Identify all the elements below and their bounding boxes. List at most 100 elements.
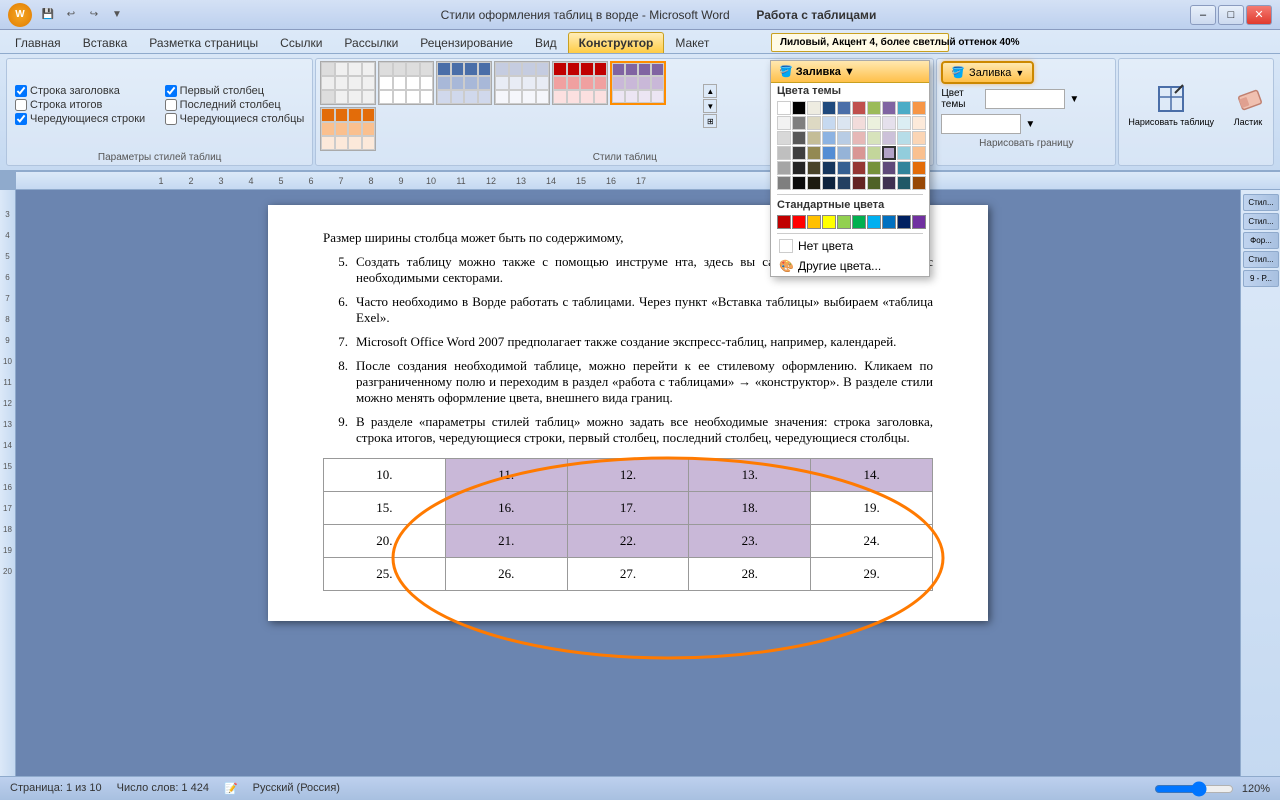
- color-cell[interactable]: [897, 161, 911, 175]
- color-cell[interactable]: [837, 161, 851, 175]
- color-cell[interactable]: [852, 131, 866, 145]
- color-cell[interactable]: [822, 146, 836, 160]
- fill-button[interactable]: 🪣 Заливка ▼: [941, 61, 1034, 84]
- color-cell[interactable]: [837, 101, 851, 115]
- color-cell[interactable]: [777, 101, 791, 115]
- minimize-button[interactable]: –: [1190, 5, 1216, 25]
- color-cell[interactable]: [807, 146, 821, 160]
- std-color-cell[interactable]: [897, 215, 911, 229]
- color-cell[interactable]: [792, 176, 806, 190]
- color-cell[interactable]: [852, 101, 866, 115]
- color-cell[interactable]: [837, 176, 851, 190]
- color-cell[interactable]: [777, 176, 791, 190]
- other-colors-option[interactable]: 🎨 Другие цвета...: [771, 256, 929, 276]
- color-cell[interactable]: [912, 176, 926, 190]
- sidebar-item-3[interactable]: Фор...: [1243, 232, 1279, 249]
- color-cell[interactable]: [867, 116, 881, 130]
- color-cell[interactable]: [882, 176, 896, 190]
- std-color-cell[interactable]: [882, 215, 896, 229]
- color-cell[interactable]: [867, 161, 881, 175]
- std-color-cell[interactable]: [867, 215, 881, 229]
- color-cell[interactable]: [807, 176, 821, 190]
- color-cell[interactable]: [867, 146, 881, 160]
- pen-style-bar[interactable]: [941, 114, 1021, 134]
- color-cell[interactable]: [807, 116, 821, 130]
- style-swatch-orange-1[interactable]: [320, 107, 376, 151]
- color-cell[interactable]: [792, 116, 806, 130]
- std-color-cell[interactable]: [912, 215, 926, 229]
- style-swatch-blue-1[interactable]: [436, 61, 492, 105]
- color-cell[interactable]: [912, 131, 926, 145]
- color-cell[interactable]: [837, 146, 851, 160]
- std-color-cell[interactable]: [837, 215, 851, 229]
- color-cell[interactable]: [897, 176, 911, 190]
- tab-vid[interactable]: Вид: [524, 32, 568, 53]
- color-cell[interactable]: [777, 116, 791, 130]
- color-cell[interactable]: [807, 101, 821, 115]
- color-cell[interactable]: [882, 116, 896, 130]
- qa-dropdown-button[interactable]: ▼: [107, 6, 127, 24]
- color-cell[interactable]: [867, 176, 881, 190]
- color-cell[interactable]: [777, 146, 791, 160]
- color-cell[interactable]: [852, 146, 866, 160]
- std-color-cell[interactable]: [852, 215, 866, 229]
- std-color-cell[interactable]: [777, 215, 791, 229]
- sidebar-item-1[interactable]: Стил...: [1243, 194, 1279, 211]
- eraser-button[interactable]: Ластик: [1227, 78, 1269, 132]
- color-cell[interactable]: [837, 116, 851, 130]
- cb-banded-rows[interactable]: Чередующиеся строки: [15, 113, 155, 125]
- save-button[interactable]: 💾: [38, 6, 58, 24]
- cb-header-row[interactable]: Строка заголовка: [15, 85, 155, 97]
- sidebar-item-4[interactable]: Стил...: [1243, 251, 1279, 268]
- tab-recenzirovanie[interactable]: Рецензирование: [409, 32, 524, 53]
- color-cell[interactable]: [792, 131, 806, 145]
- styles-scroll-up[interactable]: ▲: [703, 84, 717, 98]
- color-cell[interactable]: [792, 146, 806, 160]
- draw-table-button[interactable]: Нарисовать таблицу: [1123, 78, 1219, 132]
- sidebar-item-5[interactable]: 9 - Р...: [1243, 270, 1279, 287]
- color-cell[interactable]: [852, 116, 866, 130]
- zoom-slider[interactable]: [1154, 781, 1234, 797]
- tab-ssylki[interactable]: Ссылки: [269, 32, 333, 53]
- color-cell[interactable]: [777, 161, 791, 175]
- color-cell[interactable]: [822, 161, 836, 175]
- cb-total-row[interactable]: Строка итогов: [15, 99, 155, 111]
- styles-scroll-down[interactable]: ▼: [703, 99, 717, 113]
- color-cell[interactable]: [867, 131, 881, 145]
- color-cell[interactable]: [897, 101, 911, 115]
- cb-last-col[interactable]: Последний столбец: [165, 99, 305, 111]
- color-cell[interactable]: [822, 116, 836, 130]
- close-button[interactable]: ✕: [1246, 5, 1272, 25]
- color-cell[interactable]: [882, 101, 896, 115]
- color-cell[interactable]: [897, 146, 911, 160]
- highlighted-color-cell[interactable]: [882, 146, 896, 160]
- tab-konstruktor[interactable]: Конструктор: [568, 32, 665, 53]
- style-swatch-blue-2[interactable]: [494, 61, 550, 105]
- maximize-button[interactable]: □: [1218, 5, 1244, 25]
- color-cell[interactable]: [882, 131, 896, 145]
- std-color-cell[interactable]: [822, 215, 836, 229]
- color-cell[interactable]: [912, 161, 926, 175]
- style-swatch-2[interactable]: [378, 61, 434, 105]
- color-cell[interactable]: [852, 161, 866, 175]
- style-swatch-red-1[interactable]: [552, 61, 608, 105]
- color-cell[interactable]: [822, 176, 836, 190]
- styles-expand[interactable]: ⊞: [703, 114, 717, 128]
- color-cell[interactable]: [792, 101, 806, 115]
- color-cell[interactable]: [777, 131, 791, 145]
- tab-vstavka[interactable]: Вставка: [72, 32, 139, 53]
- cb-first-col[interactable]: Первый столбец: [165, 85, 305, 97]
- color-cell[interactable]: [807, 161, 821, 175]
- color-cell[interactable]: [897, 131, 911, 145]
- color-cell[interactable]: [852, 176, 866, 190]
- sidebar-item-2[interactable]: Стил...: [1243, 213, 1279, 230]
- no-color-option[interactable]: Нет цвета: [771, 236, 929, 256]
- fill-button-header[interactable]: 🪣 Заливка ▼ Лиловый, Акцент 4, более све…: [771, 61, 929, 83]
- color-cell[interactable]: [807, 131, 821, 145]
- style-swatch-active[interactable]: [610, 61, 666, 105]
- color-cell[interactable]: [837, 131, 851, 145]
- color-cell[interactable]: [912, 116, 926, 130]
- color-cell[interactable]: [792, 161, 806, 175]
- style-swatch-1[interactable]: [320, 61, 376, 105]
- color-cell[interactable]: [822, 131, 836, 145]
